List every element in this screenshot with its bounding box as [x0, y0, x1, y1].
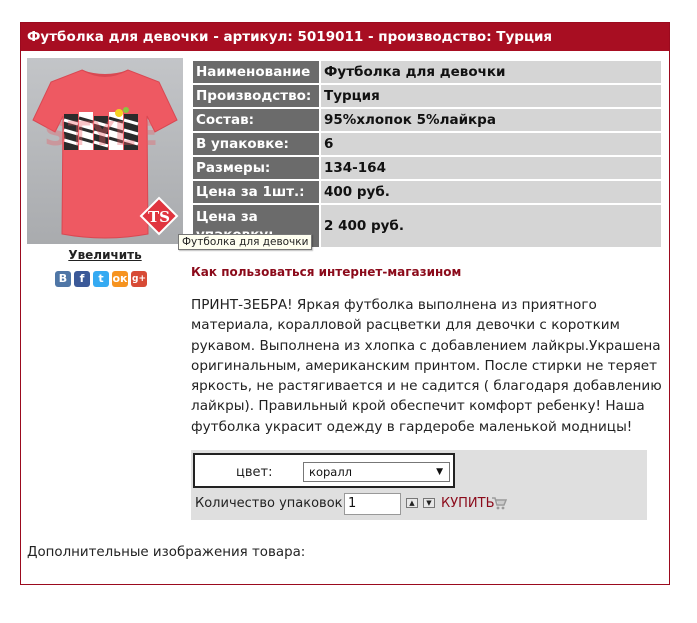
vkontakte-icon[interactable]: В [55, 271, 71, 287]
spec-key: Цена за 1шт.: [193, 181, 319, 203]
product-title-bar: Футболка для девочки - артикул: 5019011 … [21, 23, 669, 51]
spec-value: 2 400 руб. [321, 205, 661, 247]
spec-value: Турция [321, 85, 661, 107]
how-to-use-shop-link[interactable]: Как пользоваться интернет-магазином [191, 265, 461, 279]
twitter-icon[interactable]: t [93, 271, 109, 287]
spec-value: 400 руб. [321, 181, 661, 203]
product-photo[interactable]: STYLE TS [27, 58, 183, 244]
quantity-increase-icon[interactable]: ▲ [406, 498, 418, 508]
spec-key: Размеры: [193, 157, 319, 179]
spec-key: Состав: [193, 109, 319, 131]
quantity-label: Количество упаковок: [195, 496, 347, 511]
svg-text:STYLE: STYLE [44, 114, 158, 153]
product-card: Футболка для девочки - артикул: 5019011 … [20, 22, 670, 585]
spec-row: В упаковке: 6 [193, 133, 661, 155]
image-tooltip: Футболка для девочки [178, 234, 313, 250]
spec-key: В упаковке: [193, 133, 319, 155]
spec-row: Состав: 95%хлопок 5%лайкра [193, 109, 661, 131]
quantity-decrease-icon[interactable]: ▼ [423, 498, 435, 508]
google-plus-icon[interactable]: g+ [131, 271, 147, 287]
spec-key: Производство: [193, 85, 319, 107]
cart-icon[interactable] [491, 496, 507, 510]
dropdown-arrow-icon: ▼ [436, 467, 443, 477]
spec-row: Цена за 1шт.: 400 руб. [193, 181, 661, 203]
buy-button[interactable]: КУПИТЬ [441, 496, 495, 511]
spec-row: Производство: Турция [193, 85, 661, 107]
odnoklassniki-icon[interactable]: ок [112, 271, 128, 287]
quantity-input[interactable]: 1 [344, 493, 401, 515]
color-option-box: цвет: коралл ▼ [193, 453, 455, 488]
spec-value: Футболка для девочки [321, 61, 661, 83]
spec-value: 134-164 [321, 157, 661, 179]
spec-row: Размеры: 134-164 [193, 157, 661, 179]
product-specs-table: Наименование Футболка для девочки Произв… [191, 59, 663, 249]
spec-row: Наименование Футболка для девочки [193, 61, 661, 83]
order-form: цвет: коралл ▼ Количество упаковок: 1 ▲ … [191, 450, 647, 520]
color-label: цвет: [236, 465, 273, 480]
product-description: ПРИНТ-ЗЕБРА! Яркая футболка выполнена из… [191, 297, 662, 435]
spec-value: 6 [321, 133, 661, 155]
enlarge-link[interactable]: Увеличить [27, 248, 183, 262]
tshirt-image: STYLE TS [27, 58, 183, 244]
spec-key: Наименование [193, 61, 319, 83]
style-print: STYLE [44, 107, 158, 153]
color-select[interactable]: коралл ▼ [303, 462, 450, 482]
social-share-bar: В f t ок g+ [55, 271, 147, 287]
spec-value: 95%хлопок 5%лайкра [321, 109, 661, 131]
additional-images-label: Дополнительные изображения товара: [27, 545, 306, 560]
color-select-value: коралл [309, 465, 353, 479]
facebook-icon[interactable]: f [74, 271, 90, 287]
svg-text:TS: TS [148, 208, 170, 226]
